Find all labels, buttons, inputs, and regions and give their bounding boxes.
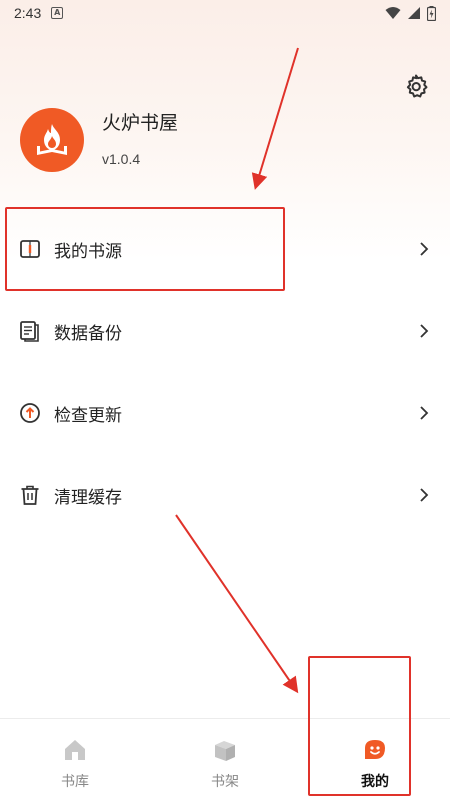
menu-item-book-source[interactable]: 我的书源 (0, 208, 450, 290)
arrow-to-me-tab (175, 514, 299, 694)
tab-label: 我的 (361, 774, 389, 790)
app-logo-avatar (20, 108, 84, 172)
app-version: v1.0.4 (102, 150, 141, 167)
menu-item-check-update[interactable]: 检查更新 (0, 372, 450, 454)
home-icon (62, 737, 88, 763)
menu-item-label: 我的书源 (54, 241, 122, 262)
book-source-icon (18, 237, 42, 261)
menu-item-label: 清理缓存 (54, 487, 122, 508)
signal-icon (408, 7, 420, 19)
menu-item-label: 数据备份 (54, 323, 122, 344)
tab-library[interactable]: 书库 (0, 719, 150, 800)
trash-icon (18, 483, 42, 507)
bottom-tab-bar: 书库 书架 我的 (0, 718, 450, 800)
tab-label: 书库 (61, 774, 89, 790)
menu-item-label: 检查更新 (54, 405, 122, 426)
tab-me[interactable]: 我的 (300, 719, 450, 800)
tab-label: 书架 (211, 774, 239, 790)
menu-item-clear-cache[interactable]: 清理缓存 (0, 454, 450, 536)
chevron-right-icon (420, 242, 429, 256)
settings-menu: 我的书源 数据备份 检查更新 清理缓存 (0, 208, 450, 536)
bookshelf-icon (212, 737, 238, 763)
flame-book-icon (37, 124, 67, 155)
update-icon (18, 401, 42, 425)
menu-item-data-backup[interactable]: 数据备份 (0, 290, 450, 372)
notification-a-icon: A (51, 7, 64, 19)
chevron-right-icon (420, 406, 429, 420)
gear-icon (406, 74, 428, 98)
chevron-right-icon (420, 488, 429, 502)
wifi-icon (385, 7, 401, 19)
chevron-right-icon (420, 324, 429, 338)
settings-button[interactable] (400, 70, 432, 102)
battery-icon (427, 5, 436, 21)
status-bar: 2:43 A (0, 0, 450, 26)
tab-bookshelf[interactable]: 书架 (150, 719, 300, 800)
profile-header: 火炉书屋 v1.0.4 (20, 108, 178, 172)
me-icon (362, 737, 388, 763)
status-time: 2:43 (14, 5, 42, 21)
app-name: 火炉书屋 (102, 111, 179, 134)
backup-icon (18, 319, 42, 343)
